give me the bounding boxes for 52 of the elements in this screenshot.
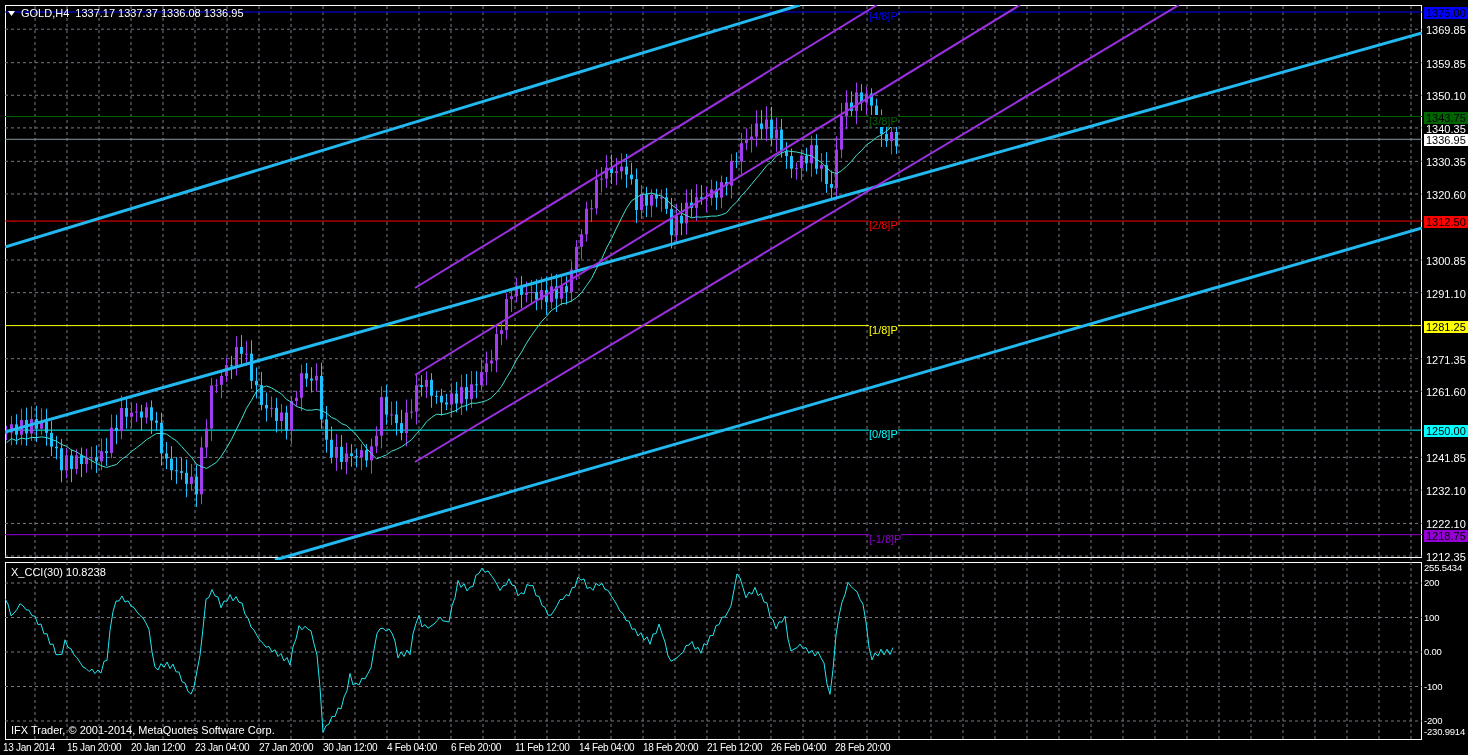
- date-label: 27 Jan 20:00: [259, 742, 315, 753]
- date-label: 20 Jan 12:00: [131, 742, 187, 753]
- level-price-marker: 1336.95: [1424, 134, 1468, 147]
- price-label: 1340.35: [1425, 122, 1467, 135]
- level-price-marker: 1218.75: [1424, 529, 1468, 542]
- indicator-scale-label: 255.5434: [1424, 562, 1463, 574]
- copyright-text: IFX Trader, © 2001-2014, MetaQuotes Software Corp.: [11, 724, 275, 736]
- date-label: 23 Jan 04:00: [195, 742, 251, 753]
- date-label: 28 Feb 20:00: [835, 742, 892, 753]
- date-label: 18 Feb 20:00: [643, 742, 700, 753]
- level-label: [4/8]P: [869, 10, 898, 22]
- indicator-title: X_CCI(30) 10.8238: [11, 566, 106, 578]
- level-price-marker: 1343.75: [1424, 111, 1468, 124]
- level-label: [-1/8]P: [869, 532, 902, 545]
- level-label: [1/8]P: [869, 323, 898, 336]
- date-label: 30 Jan 12:00: [323, 742, 379, 753]
- price-label: 1330.35: [1425, 156, 1467, 169]
- price-label: 1291.10: [1425, 287, 1467, 300]
- indicator-scale-label: 100: [1424, 611, 1440, 624]
- price-label: 1222.10: [1425, 518, 1467, 531]
- level-price-marker: 1375.00: [1424, 7, 1468, 19]
- date-label: 21 Feb 12:00: [707, 742, 764, 753]
- price-label: 1350.10: [1425, 90, 1467, 103]
- price-label: 1261.60: [1425, 386, 1467, 399]
- price-label: 1369.85: [1425, 24, 1467, 37]
- indicator-scale-label: -100: [1424, 680, 1443, 693]
- price-label: 1271.35: [1425, 353, 1467, 366]
- date-label: 4 Feb 04:00: [387, 742, 439, 753]
- date-label: 6 Feb 20:00: [451, 742, 503, 753]
- chart-symbol: GOLD,H4: [21, 7, 70, 19]
- level-label: [2/8]P: [869, 219, 898, 232]
- price-label: 1359.85: [1425, 57, 1467, 70]
- price-label: 1212.35: [1425, 551, 1467, 564]
- indicator-scale-label: 200: [1424, 577, 1440, 589]
- indicator-scale-label: -200: [1424, 715, 1443, 727]
- level-label: [3/8]P: [869, 114, 898, 127]
- indicator-scale-label: -230.9914: [1424, 725, 1465, 738]
- level-label: [0/8]P: [869, 428, 898, 441]
- price-label: 1232.10: [1425, 485, 1467, 497]
- price-quotes: 1337.17 1337.37 1336.08 1336.95: [75, 7, 244, 19]
- date-label: 13 Jan 2014: [3, 742, 56, 753]
- level-price-marker: 1250.00: [1424, 425, 1468, 438]
- date-label: 26 Feb 04:00: [771, 742, 828, 753]
- date-label: 15 Jan 20:00: [67, 742, 123, 753]
- price-label: 1241.85: [1425, 452, 1467, 465]
- indicator-scale-label: 0.00: [1424, 646, 1442, 658]
- price-label: 1300.85: [1425, 255, 1467, 268]
- date-label: 11 Feb 12:00: [515, 742, 571, 753]
- price-label: 1320.60: [1425, 188, 1467, 201]
- date-label: 14 Feb 04:00: [579, 742, 636, 753]
- level-price-marker: 1281.25: [1424, 320, 1468, 333]
- level-price-marker: 1312.50: [1424, 216, 1468, 229]
